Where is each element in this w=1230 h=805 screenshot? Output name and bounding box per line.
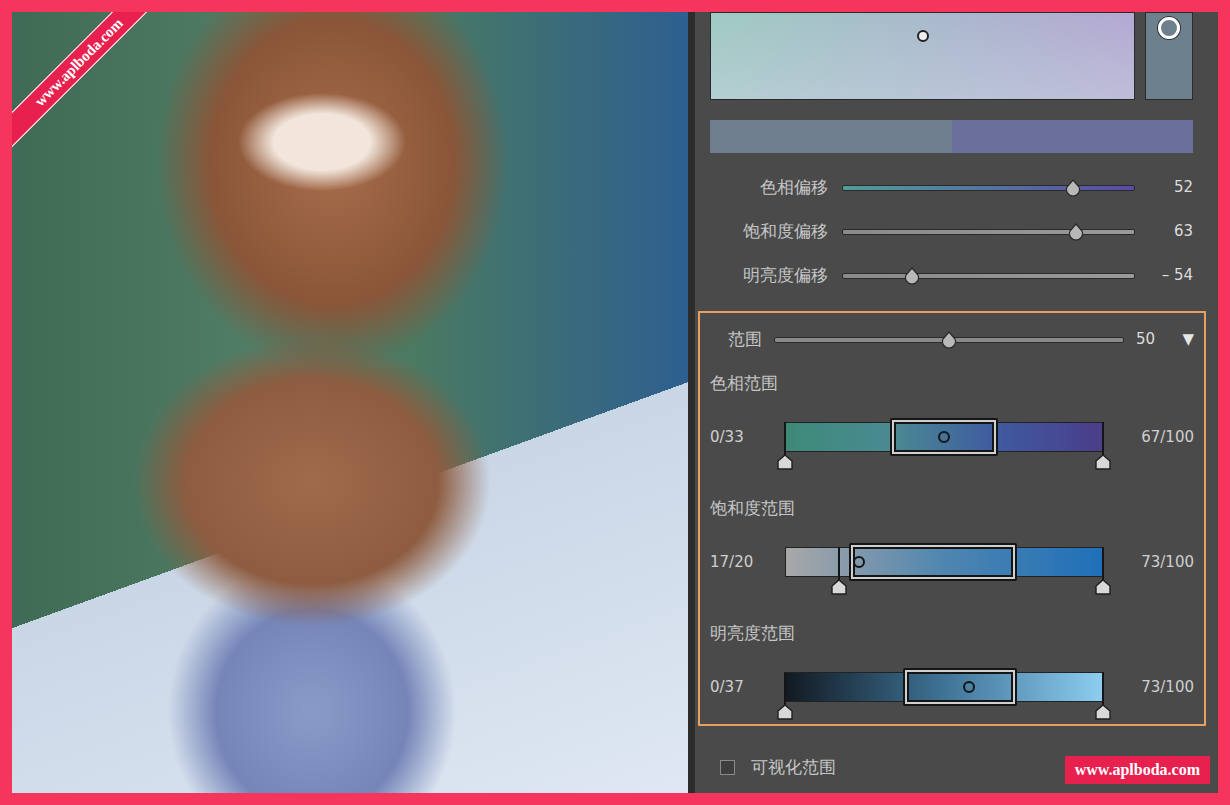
offset-row: 饱和度偏移 63 bbox=[710, 209, 1193, 253]
color-panel: 色相偏移 52 饱和度偏移 63 明亮度偏移 – 54 范围 50▼ 色相范围 0/33 67/10… bbox=[695, 12, 1218, 793]
offset-sliders: 色相偏移 52 饱和度偏移 63 明亮度偏移 – 54 bbox=[710, 165, 1193, 297]
offset-track[interactable] bbox=[842, 177, 1135, 197]
slider-thumb-icon[interactable] bbox=[1068, 223, 1084, 241]
color-field[interactable] bbox=[710, 12, 1135, 100]
range-bar-row: 0/37 73/100 bbox=[710, 672, 1194, 720]
offset-track[interactable] bbox=[842, 265, 1135, 285]
range-high-value: 73/100 bbox=[1103, 672, 1194, 702]
range-selection[interactable] bbox=[890, 418, 997, 456]
range-track[interactable] bbox=[774, 329, 1124, 349]
offset-row: 明亮度偏移 – 54 bbox=[710, 253, 1193, 297]
range-bar[interactable] bbox=[785, 547, 1103, 577]
range-group: 饱和度范围 17/20 73/100 bbox=[710, 497, 1194, 595]
range-bar[interactable] bbox=[785, 422, 1103, 452]
range-bar-row: 17/20 73/100 bbox=[710, 547, 1194, 595]
expand-toggle[interactable]: ▼ bbox=[1164, 330, 1194, 348]
center-dot-icon[interactable] bbox=[938, 431, 950, 443]
group-label: 色相范围 bbox=[710, 372, 1194, 396]
range-track bbox=[785, 422, 1103, 470]
range-handle[interactable] bbox=[1095, 422, 1111, 470]
editor-screen: www.aplboda.com 色相偏移 52 饱和度偏移 63 明亮度偏移 – 54 范围 5… bbox=[12, 12, 1218, 793]
range-track bbox=[785, 547, 1103, 595]
group-label: 明亮度范围 bbox=[710, 622, 1194, 646]
handle-icon[interactable] bbox=[777, 704, 793, 720]
offset-label: 明亮度偏移 bbox=[710, 264, 828, 287]
handle-icon[interactable] bbox=[1095, 704, 1111, 720]
range-selection[interactable] bbox=[903, 668, 1017, 706]
handle-icon[interactable] bbox=[777, 454, 793, 470]
lightness-strip[interactable] bbox=[1145, 12, 1193, 100]
color-swatch bbox=[952, 120, 1194, 153]
group-label: 饱和度范围 bbox=[710, 497, 1194, 521]
range-low-value: 0/37 bbox=[710, 672, 785, 702]
offset-value: – 54 bbox=[1149, 266, 1193, 284]
range-bar-row: 0/33 67/100 bbox=[710, 422, 1194, 470]
slider-thumb-icon[interactable] bbox=[904, 267, 920, 285]
offset-track[interactable] bbox=[842, 221, 1135, 241]
checkbox[interactable] bbox=[720, 760, 735, 775]
range-handle[interactable] bbox=[831, 547, 847, 595]
photo: www.aplboda.com bbox=[12, 12, 688, 793]
picker-dot-icon[interactable] bbox=[917, 30, 929, 42]
range-handle[interactable] bbox=[777, 672, 793, 720]
offset-label: 色相偏移 bbox=[710, 176, 828, 199]
panel-separator bbox=[688, 12, 695, 793]
range-bar[interactable] bbox=[785, 672, 1103, 702]
slider-thumb-icon[interactable] bbox=[1065, 179, 1081, 197]
range-value: 50 bbox=[1136, 330, 1164, 348]
range-track bbox=[785, 672, 1103, 720]
track-line bbox=[842, 185, 1135, 191]
range-handle[interactable] bbox=[1095, 672, 1111, 720]
range-groups: 色相范围 0/33 67/100 饱和度范围 17/20 73/100 明亮度范围 0/37 7… bbox=[710, 372, 1194, 720]
ring-icon[interactable] bbox=[1158, 17, 1180, 39]
slider-thumb-icon[interactable] bbox=[941, 331, 957, 349]
range-group: 明亮度范围 0/37 73/100 bbox=[710, 622, 1194, 720]
range-handle[interactable] bbox=[777, 422, 793, 470]
range-handle[interactable] bbox=[1095, 547, 1111, 595]
screenshot-frame: www.aplboda.com 色相偏移 52 饱和度偏移 63 明亮度偏移 – 54 范围 5… bbox=[0, 0, 1230, 805]
range-low-value: 0/33 bbox=[710, 422, 785, 452]
range-low-value: 17/20 bbox=[710, 547, 785, 577]
handle-icon[interactable] bbox=[1095, 454, 1111, 470]
center-dot-icon[interactable] bbox=[853, 556, 865, 568]
range-row: 范围 50▼ bbox=[710, 324, 1194, 354]
handle-icon[interactable] bbox=[831, 579, 847, 595]
watermark-ribbon: www.aplboda.com bbox=[12, 12, 169, 153]
range-group: 色相范围 0/33 67/100 bbox=[710, 372, 1194, 470]
offset-value: 63 bbox=[1149, 222, 1193, 240]
range-label: 范围 bbox=[710, 328, 762, 351]
color-picker bbox=[710, 12, 1193, 100]
range-selection[interactable] bbox=[849, 543, 1016, 581]
range-section: 范围50▼色相范围0/3367/100饱和度范围17/2073/100明亮度范围… bbox=[698, 311, 1206, 726]
handle-icon[interactable] bbox=[1095, 579, 1111, 595]
range-high-value: 67/100 bbox=[1103, 422, 1194, 452]
range-high-value: 73/100 bbox=[1103, 547, 1194, 577]
swatch-bar bbox=[710, 120, 1193, 153]
offset-row: 色相偏移 52 bbox=[710, 165, 1193, 209]
center-dot-icon[interactable] bbox=[963, 681, 975, 693]
track-line bbox=[842, 229, 1135, 235]
visualize-label: 可视化范围 bbox=[751, 756, 836, 779]
watermark-label: www.aplboda.com bbox=[1065, 756, 1210, 784]
track-line bbox=[842, 273, 1135, 279]
offset-value: 52 bbox=[1149, 178, 1193, 196]
color-swatch bbox=[710, 120, 952, 153]
offset-label: 饱和度偏移 bbox=[710, 220, 828, 243]
